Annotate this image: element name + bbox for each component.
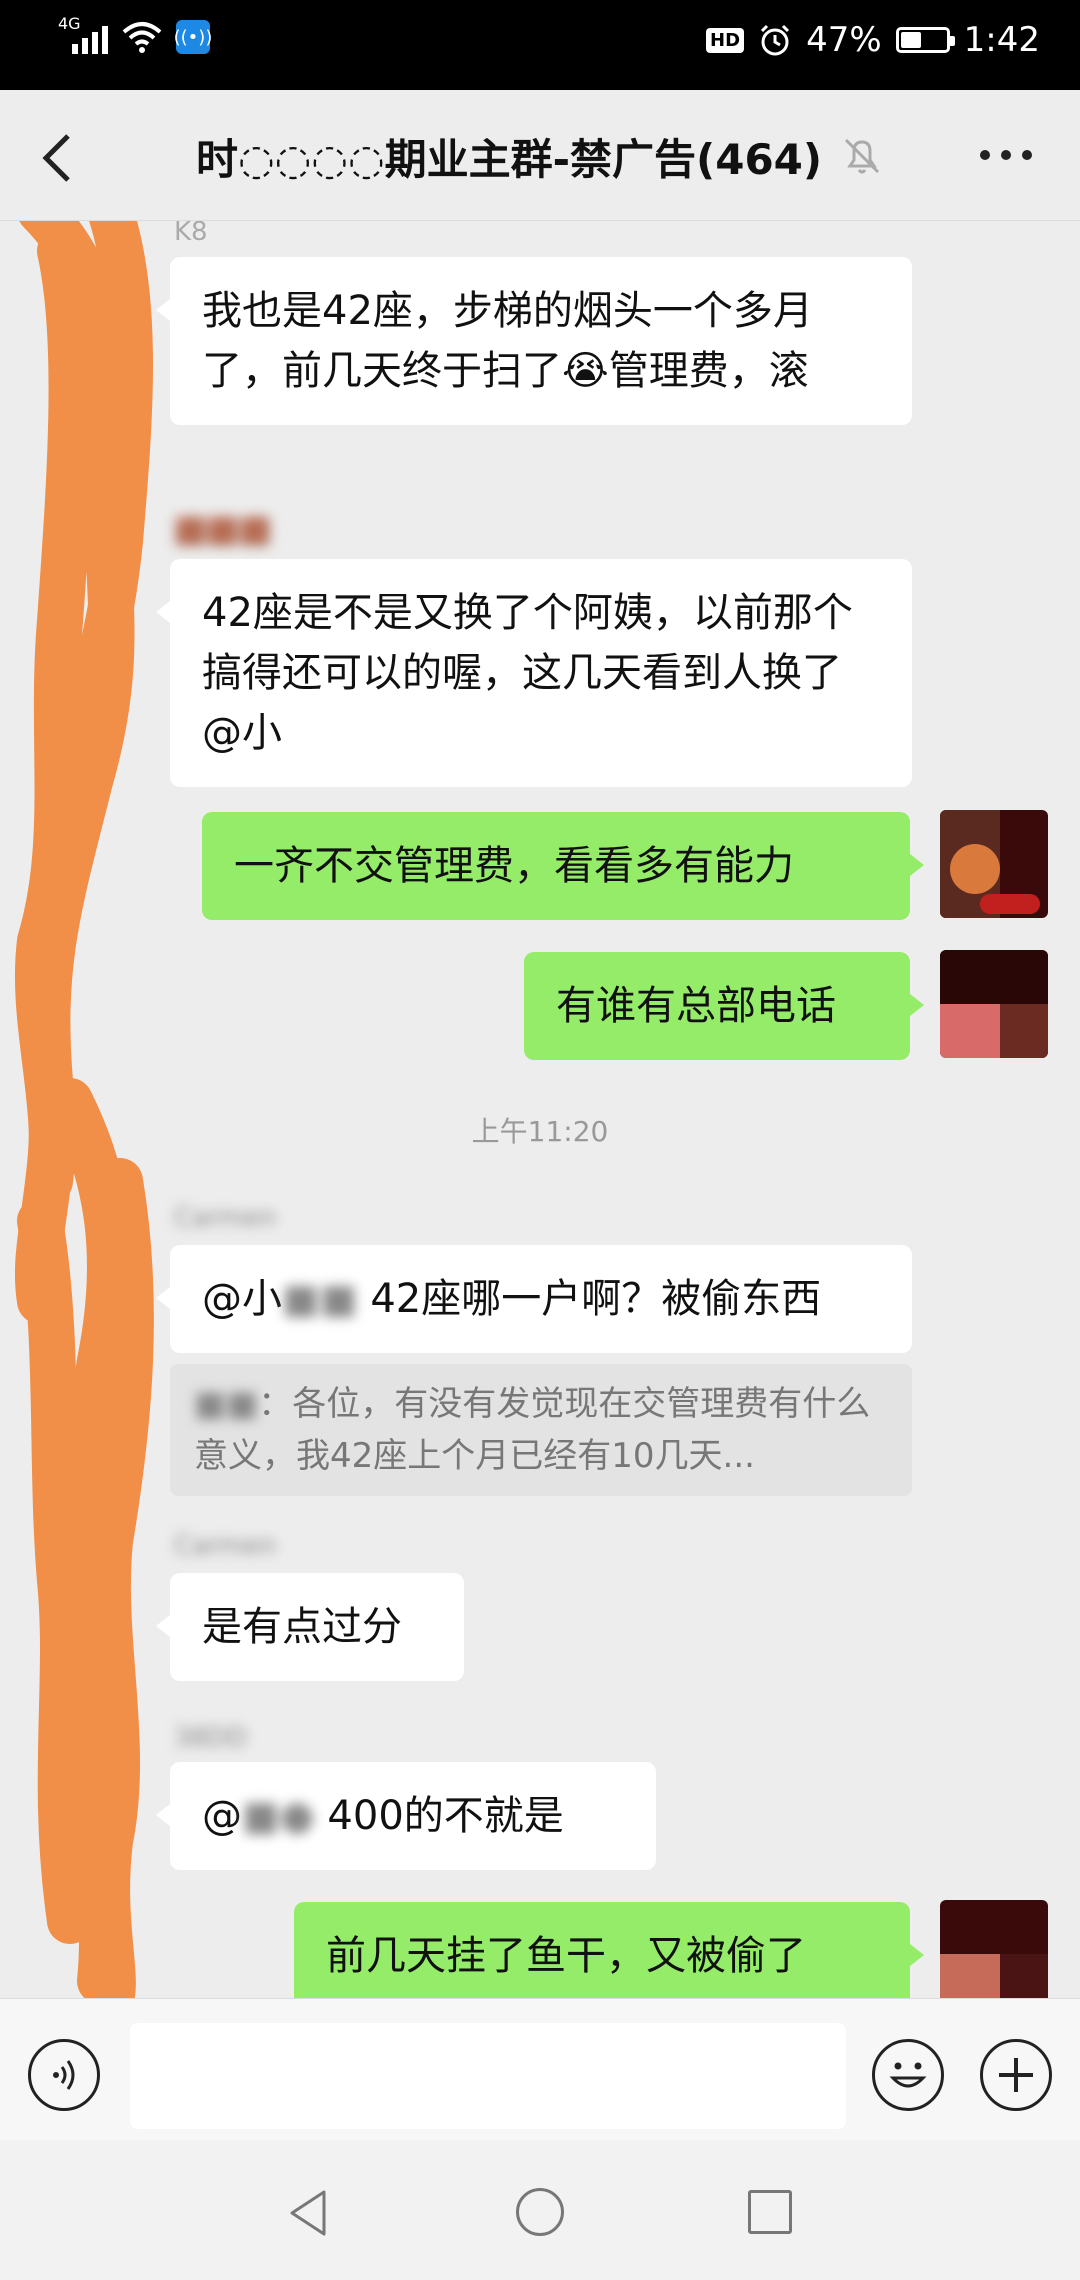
message-text: 一齐不交管理费，看看多有能力 [234, 843, 794, 889]
battery-fill [900, 32, 922, 48]
clock: 1:42 [963, 20, 1040, 60]
message-bubble[interactable]: @■● 400的不就是 [156, 1762, 656, 1870]
message-text: 前几天挂了鱼干，又被偷了 [326, 1933, 806, 1979]
sender-name: 38DD [174, 1723, 248, 1753]
sent-message-bubble[interactable]: 前几天挂了鱼干，又被偷了 [294, 1902, 924, 1998]
sender-name: Carmen [174, 1203, 277, 1233]
more-functions-button[interactable] [980, 2039, 1052, 2111]
back-arrow-icon[interactable] [30, 128, 90, 188]
message-bubble[interactable]: @小■■ 42座哪一户啊？被偷东西 [156, 1245, 912, 1353]
message-text: 是有点过分 [202, 1604, 402, 1650]
group-title: 时◌◌◌◌期业主群-禁广告(464) [196, 135, 823, 184]
message-bubble[interactable]: 我也是42座，步梯的烟头一个多月了，前几天终于扫了😭管理费，滚 [156, 257, 912, 425]
mention[interactable]: @ [202, 1793, 242, 1839]
hd-badge: HD [706, 27, 745, 53]
smiley-icon [889, 2062, 927, 2088]
avatar[interactable] [940, 810, 1048, 918]
nav-back-icon[interactable] [284, 2188, 334, 2238]
status-bar: 4G ((•)) HD 47% 1:42 [0, 0, 1080, 90]
input-bar [0, 1998, 1080, 2141]
privacy-scribble-overlay [14, 221, 154, 1998]
avatar[interactable] [940, 1900, 1048, 1998]
message-bubble[interactable]: 是有点过分 [156, 1573, 464, 1681]
message-text: 42座是不是又换了个阿姨，以前那个搞得还可以的喔，这几天看到人换了@小 [202, 590, 853, 756]
avatar[interactable] [940, 950, 1048, 1058]
sender-name: Carmen [174, 1531, 277, 1561]
mention-blurred: ■● [242, 1793, 315, 1839]
more-options-icon[interactable] [980, 140, 1040, 170]
message-input[interactable] [130, 2023, 846, 2129]
quote-text: ：各位，有没有发觉现在交管理费有什么意义，我42座上个月已经有10几天... [194, 1384, 871, 1476]
battery-percent: 47% [806, 20, 882, 60]
voice-icon [53, 2060, 75, 2090]
message-list[interactable]: K8 我也是42座，步梯的烟头一个多月了，前几天终于扫了😭管理费，滚 🟫🟫🟫 4… [0, 221, 1080, 1998]
signal-indicator: 4G [58, 14, 108, 54]
chat-header: 时◌◌◌◌期业主群-禁广告(464) [0, 90, 1080, 221]
battery-icon [895, 27, 955, 53]
mention[interactable]: @小 [202, 1276, 282, 1322]
quoted-message[interactable]: ■■：各位，有没有发觉现在交管理费有什么意义，我42座上个月已经有10几天... [170, 1364, 912, 1496]
mention-blurred: ■■ [282, 1276, 358, 1322]
nav-home-icon[interactable] [516, 2188, 564, 2236]
status-left: 4G ((•)) [58, 14, 212, 54]
hotspot-icon: ((•)) [174, 20, 212, 54]
alarm-icon [761, 24, 790, 56]
wifi-icon [122, 22, 162, 53]
network-type: 4G [58, 14, 81, 33]
status-right: HD 47% 1:42 [706, 20, 1040, 60]
sent-message-bubble[interactable]: 有谁有总部电话 [524, 952, 924, 1060]
voice-input-button[interactable] [28, 2039, 100, 2111]
sent-message-bubble[interactable]: 一齐不交管理费，看看多有能力 [202, 812, 924, 920]
sender-name-blurred: 🟫🟫🟫 [174, 517, 272, 547]
system-nav-bar [0, 2140, 1080, 2280]
message-text: 有谁有总部电话 [556, 983, 836, 1029]
message-text: 400的不就是 [327, 1793, 564, 1839]
message-bubble[interactable]: 42座是不是又换了个阿姨，以前那个搞得还可以的喔，这几天看到人换了@小 [156, 559, 912, 787]
nav-recents-icon[interactable] [748, 2190, 792, 2234]
emoji-button[interactable] [872, 2039, 944, 2111]
message-text: 我也是42座，步梯的烟头一个多月了，前几天终于扫了😭管理费，滚 [202, 288, 813, 394]
muted-bell-icon [844, 138, 880, 174]
quote-author-blurred: ■■ [194, 1384, 259, 1424]
message-text: 42座哪一户啊？被偷东西 [370, 1276, 822, 1322]
